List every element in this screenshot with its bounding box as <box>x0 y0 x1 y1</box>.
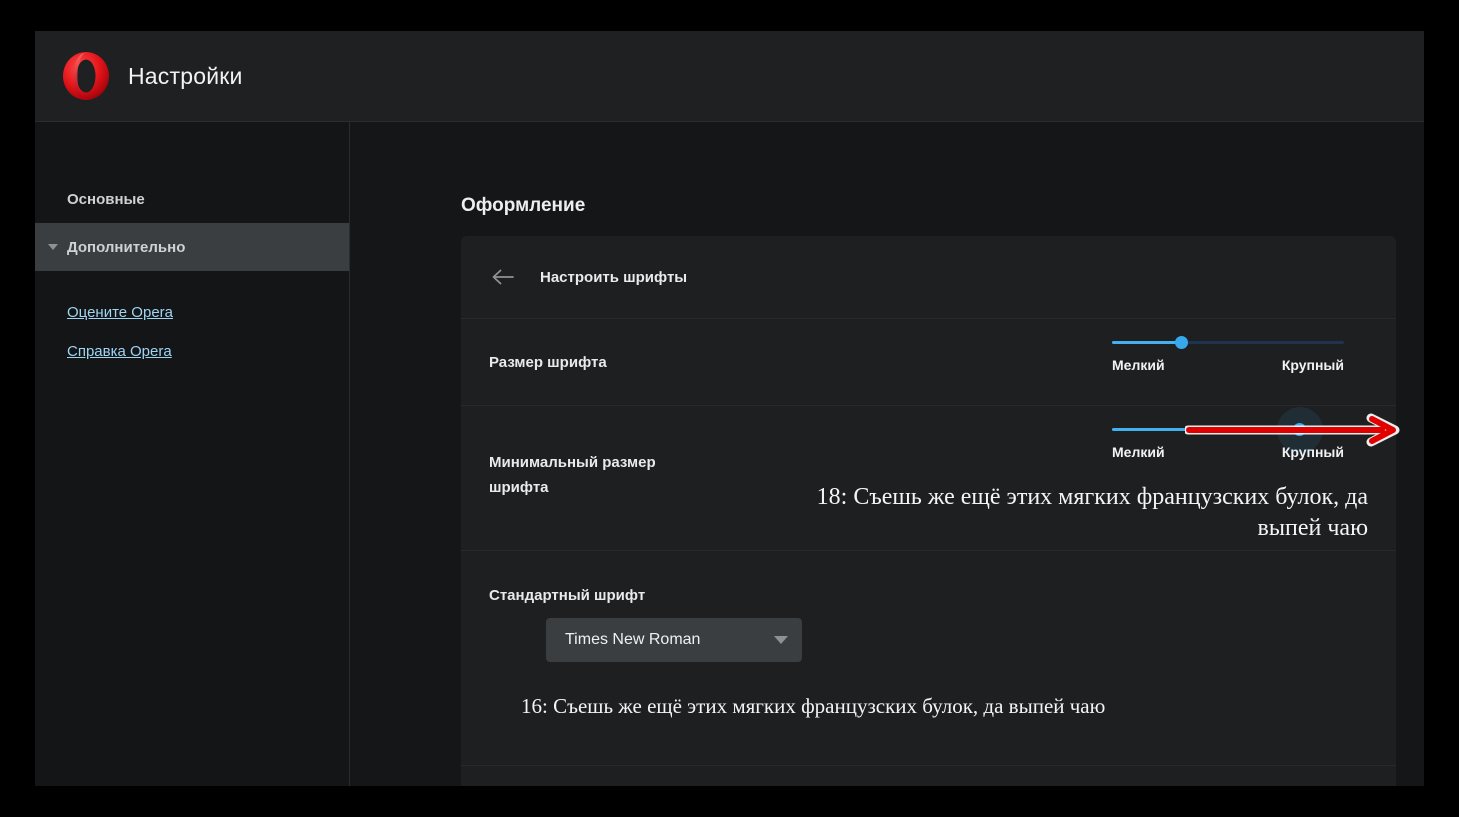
sidebar: Основные Дополнительно Оцените Opera Спр… <box>35 122 350 786</box>
body-container: Основные Дополнительно Оцените Opera Спр… <box>35 122 1424 786</box>
row-font-size: Размер шрифта Мелкий Крупный <box>461 318 1396 405</box>
section-title: Оформление <box>461 195 586 216</box>
sidebar-item-advanced[interactable]: Дополнительно <box>35 223 349 271</box>
row-standard-font: Стандартный шрифт Times New Roman 16: Съ… <box>461 550 1396 765</box>
row-partial-cutoff <box>461 765 1396 786</box>
sidebar-item-label: Основные <box>67 190 145 208</box>
slider-labels: Мелкий Крупный <box>1112 357 1344 373</box>
opera-logo-svg <box>63 52 109 100</box>
row-label-font-size: Размер шрифта <box>489 354 607 371</box>
row-label-minimum-font-size: Минимальный размер шрифта <box>489 454 656 496</box>
app-header: Настройки <box>35 31 1424 122</box>
sample-text-standard-font: 16: Съешь же ещё этих мягких французских… <box>521 694 1106 718</box>
card-title: Настроить шрифты <box>540 268 688 286</box>
sidebar-item-label: Дополнительно <box>67 238 186 256</box>
back-arrow-svg <box>492 269 514 285</box>
opera-logo-icon <box>60 50 112 102</box>
settings-window: Настройки Основные Дополнительно Оцените… <box>35 31 1424 786</box>
slider-track[interactable] <box>1112 406 1344 453</box>
slider-max-label: Крупный <box>1281 444 1344 460</box>
main-content: Оформление Настроить шрифты Размер шрифт… <box>350 122 1424 786</box>
row-minimum-font-size: Минимальный размер шрифта Мелкий Крупный… <box>461 405 1396 550</box>
font-size-slider[interactable]: Мелкий Крупный <box>1112 336 1344 373</box>
chevron-down-icon[interactable] <box>774 636 788 644</box>
slider-fill <box>1112 341 1182 344</box>
sidebar-item-basic[interactable]: Основные <box>35 175 349 223</box>
page-title: Настройки <box>128 62 243 89</box>
link-rate-opera[interactable]: Оцените Opera <box>35 304 173 321</box>
chevron-down-icon[interactable] <box>48 244 58 250</box>
slider-thumb[interactable] <box>1175 336 1189 349</box>
standard-font-value: Times New Roman <box>565 631 701 648</box>
slider-min-label: Мелкий <box>1112 444 1165 460</box>
slider-max-label: Крупный <box>1281 357 1344 373</box>
back-arrow-icon[interactable] <box>490 264 516 290</box>
sidebar-links: Оцените Opera Справка Opera <box>35 304 349 360</box>
sample-text-minimum-font-size: 18: Съешь же ещё этих мягких французских… <box>816 484 1368 541</box>
minimum-font-size-slider[interactable]: Мелкий Крупный <box>1112 406 1344 460</box>
slider-min-label: Мелкий <box>1112 357 1165 373</box>
slider-fill <box>1112 428 1300 431</box>
card-header: Настроить шрифты <box>461 236 1396 318</box>
slider-thumb[interactable] <box>1293 423 1307 436</box>
standard-font-dropdown[interactable]: Times New Roman <box>546 618 802 662</box>
row-label-standard-font: Стандартный шрифт <box>489 587 646 604</box>
fonts-settings-card: Настроить шрифты Размер шрифта Мелкий Кр… <box>461 236 1396 786</box>
link-opera-help[interactable]: Справка Opera <box>35 343 172 360</box>
slider-track[interactable] <box>1112 336 1344 349</box>
slider-labels: Мелкий Крупный <box>1112 444 1344 460</box>
